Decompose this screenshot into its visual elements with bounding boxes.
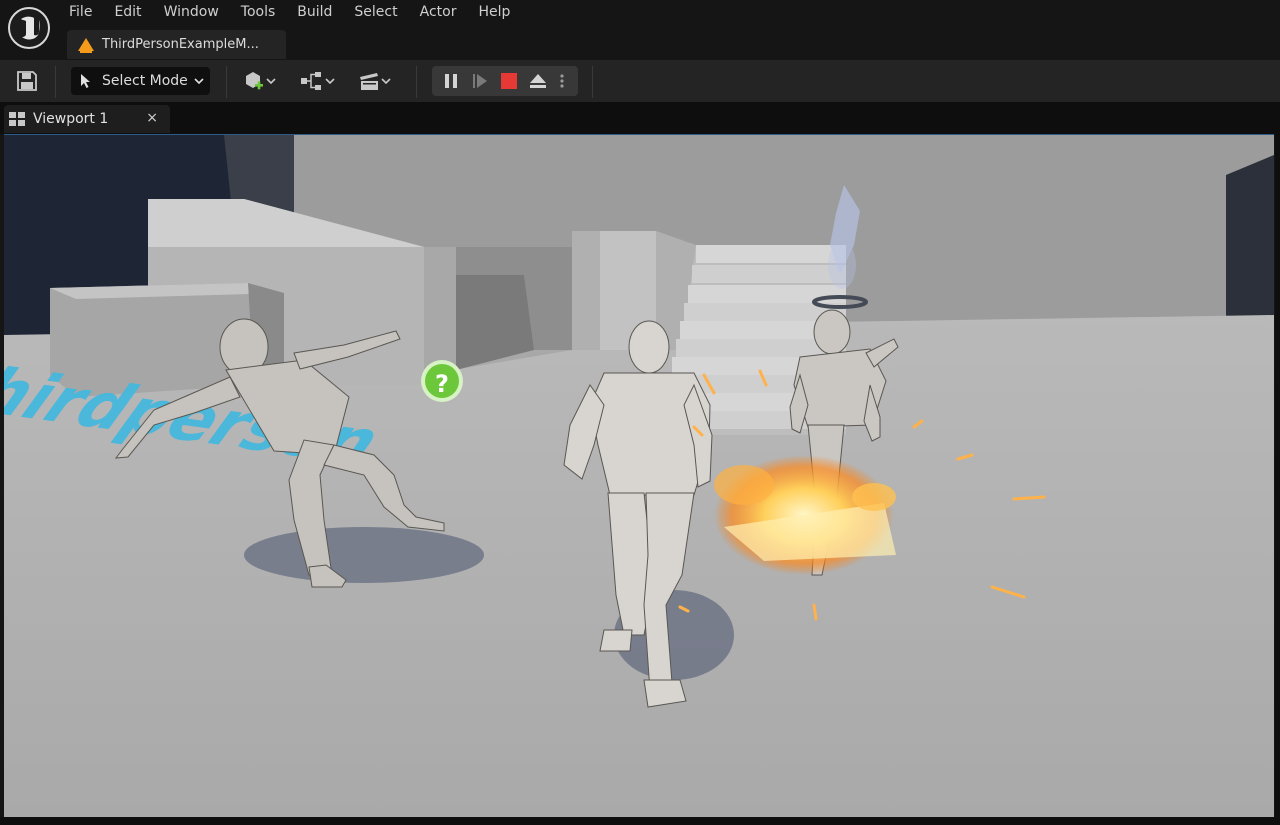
toolbar-separator: [226, 66, 227, 98]
level-tab-label: ThirdPersonExampleM...: [102, 37, 259, 52]
character-shadow: [244, 527, 484, 583]
level-viewport[interactable]: thirdperson ?: [4, 134, 1274, 818]
play-controls: [432, 66, 578, 96]
menu-tools[interactable]: Tools: [230, 0, 287, 26]
bottom-edge: [0, 817, 1280, 825]
save-icon[interactable]: [16, 70, 38, 92]
chevron-down-icon: [266, 78, 276, 85]
menu-actor[interactable]: Actor: [409, 0, 468, 26]
add-actor-button[interactable]: [243, 70, 277, 92]
main-menu: File Edit Window Tools Build Select Acto…: [58, 0, 521, 26]
toolbar-separator: [592, 66, 593, 98]
select-mode-label: Select Mode: [102, 73, 188, 89]
menu-select[interactable]: Select: [343, 0, 408, 26]
help-question-mark: ?: [435, 370, 449, 398]
viewport-scene[interactable]: thirdperson ?: [4, 135, 1274, 818]
right-dark-wall: [1226, 155, 1274, 335]
viewport-right-edge: [1275, 134, 1280, 825]
stop-icon[interactable]: [500, 72, 518, 90]
more-options-icon[interactable]: [558, 72, 566, 90]
menu-file[interactable]: File: [58, 0, 103, 26]
cinematics-icon: [360, 73, 378, 90]
select-cursor-icon: [81, 74, 90, 88]
chevron-down-icon: [381, 78, 391, 85]
pause-icon[interactable]: [442, 72, 460, 90]
eject-icon[interactable]: [529, 72, 547, 90]
chevron-down-icon: [194, 78, 204, 85]
panel-tab-bar: Viewport 1 ×: [0, 102, 1280, 134]
cinematics-button[interactable]: [358, 70, 392, 92]
menu-bar: File Edit Window Tools Build Select Acto…: [0, 0, 1280, 60]
menu-help[interactable]: Help: [467, 0, 521, 26]
menu-build[interactable]: Build: [286, 0, 343, 26]
unreal-logo-icon[interactable]: [7, 6, 51, 50]
viewport-tab-label: Viewport 1: [33, 111, 109, 127]
tab-viewport-1[interactable]: Viewport 1 ×: [4, 105, 170, 133]
toolbar-separator: [416, 66, 417, 98]
level-document-tab[interactable]: ThirdPersonExampleM...: [67, 30, 286, 59]
select-mode-dropdown[interactable]: Select Mode: [71, 67, 210, 95]
toolbar-separator: [55, 66, 56, 98]
chevron-down-icon: [325, 78, 335, 85]
add-actor-icon: [246, 72, 263, 90]
menu-window[interactable]: Window: [153, 0, 230, 26]
menu-edit[interactable]: Edit: [103, 0, 152, 26]
step-frame-icon[interactable]: [471, 72, 489, 90]
main-toolbar: Select Mode: [0, 60, 1280, 102]
blueprints-icon: [301, 72, 321, 90]
level-warning-icon: [78, 37, 94, 53]
blueprints-button[interactable]: [300, 70, 336, 92]
viewport-layout-icon: [9, 112, 25, 126]
help-marker[interactable]: ?: [421, 360, 463, 402]
close-icon[interactable]: ×: [146, 110, 158, 126]
